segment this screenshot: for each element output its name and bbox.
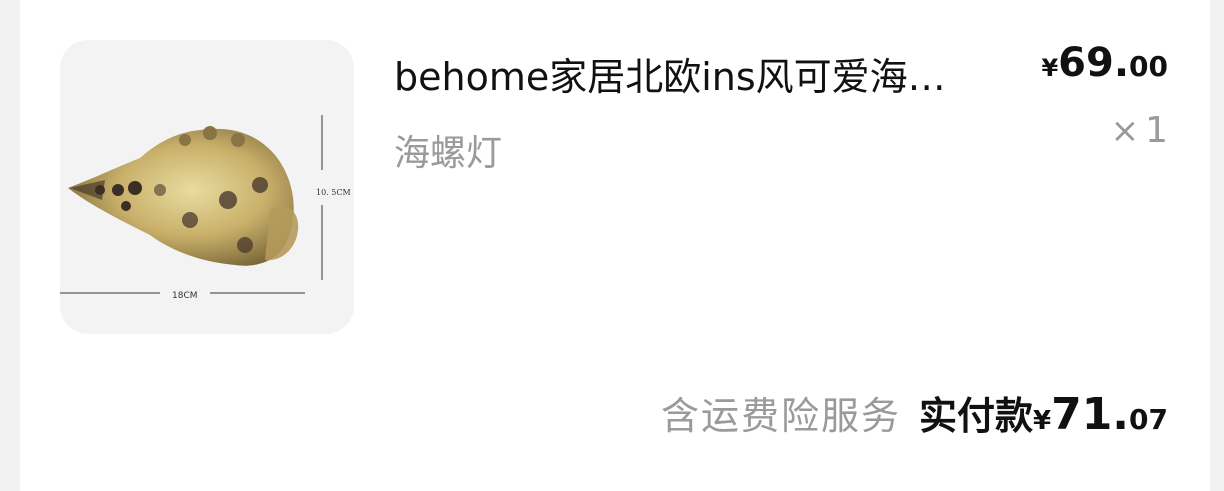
order-item-card[interactable]: 18CM 10. 5CM behome家居北欧ins风可爱海… 海螺灯 ¥69.… [20,0,1210,491]
quantity: × 1 [1111,110,1168,151]
product-sku: 海螺灯 [394,133,503,174]
price-currency: ¥ [1041,54,1059,82]
paid-decimal: 07 [1129,403,1168,436]
price-decimal: 00 [1129,50,1168,83]
paid-integer: 71. [1051,389,1130,440]
order-summary: 含运费险服务 实付款 ¥71. 07 [661,385,1168,440]
quantity-value: 1 [1145,110,1168,151]
height-dimension-label: 10. 5CM [316,188,351,197]
unit-price: ¥69.00 [1041,40,1168,86]
product-thumbnail[interactable]: 18CM 10. 5CM [60,40,354,334]
paid-currency: ¥ [1032,406,1052,436]
width-dimension-label: 18CM [172,291,198,301]
shipping-insurance-service[interactable]: 含运费险服务 [661,385,901,440]
product-title[interactable]: behome家居北欧ins风可爱海… [394,52,1014,102]
paid-amount-label: 实付款 [918,394,1033,438]
quantity-symbol: × [1110,111,1140,151]
shell-lamp-image: 18CM 10. 5CM [60,115,351,301]
price-integer: 69. [1058,40,1130,86]
